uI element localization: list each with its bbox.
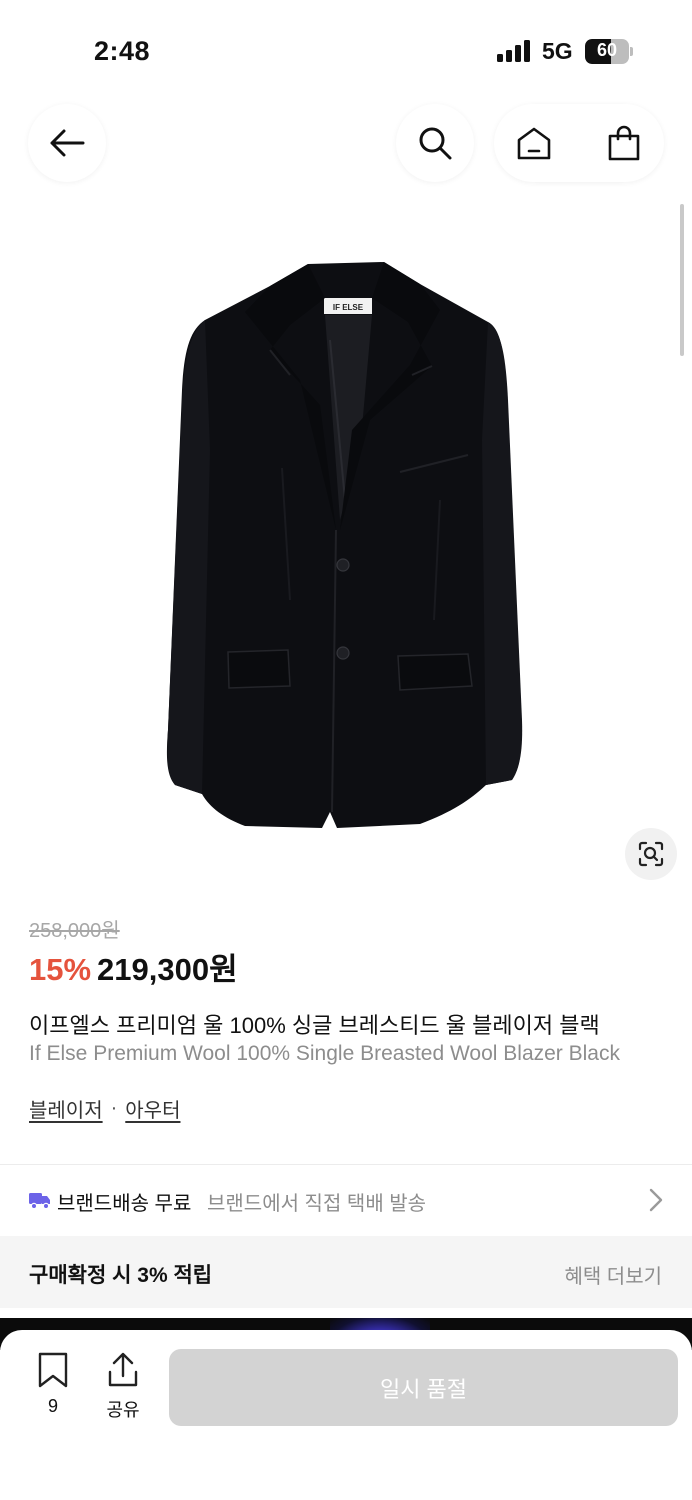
blazer-illustration: IF ELSE: [166, 262, 523, 828]
title-fade: [640, 1004, 692, 1076]
sale-price: 219,300원: [97, 952, 238, 987]
share-button[interactable]: 공유: [100, 1352, 146, 1420]
bookmark-count: 9: [47, 1396, 58, 1416]
shopping-bag-icon: [608, 125, 640, 161]
home-icon: [517, 127, 551, 160]
cellular-signal-icon: [497, 40, 530, 62]
shipping-description: 브랜드에서 직접 택배 발송: [207, 1193, 427, 1215]
chevron-right-icon: [649, 1188, 663, 1212]
status-time: 2:48: [94, 36, 151, 66]
battery-percent: 60: [596, 40, 618, 60]
brand-label: IF ELSE: [333, 303, 364, 312]
category-link-blazer[interactable]: 블레이저: [29, 1094, 103, 1123]
home-button[interactable]: [494, 104, 574, 182]
price-row: 15% 219,300원: [29, 944, 238, 987]
visual-search-icon: [638, 841, 664, 867]
share-label: 공유: [106, 1400, 140, 1420]
nav-pill: [494, 104, 664, 182]
category-separator: ·: [110, 1097, 118, 1119]
product-title-english: If Else Premium Wool 100% Single Breaste…: [29, 1042, 620, 1065]
visual-search-button[interactable]: [625, 828, 677, 880]
cart-button[interactable]: [584, 104, 664, 182]
status-bar: 2:48 5G 60: [0, 0, 692, 100]
share-icon: [108, 1352, 138, 1387]
category-breadcrumb: 블레이저 · 아우터: [29, 1094, 180, 1123]
search-icon: [419, 127, 452, 160]
benefit-row: 구매확정 시 3% 적립 혜택 더보기: [0, 1236, 692, 1308]
original-price: 258,000원: [29, 920, 120, 942]
truck-icon: [29, 1193, 50, 1210]
product-image[interactable]: IF ELSE: [0, 200, 692, 890]
benefit-label: 구매확정 시 3% 적립: [29, 1264, 213, 1287]
shipping-info-row[interactable]: 브랜드배송 무료 브랜드에서 직접 택배 발송: [0, 1165, 692, 1235]
soldout-button[interactable]: 일시 품절: [169, 1349, 678, 1426]
product-title-korean: 이프엘스 프리미엄 울 100% 싱글 브레스티드 울 블레이저 블랙: [29, 1013, 600, 1038]
network-type: 5G: [542, 38, 573, 64]
search-button[interactable]: [396, 104, 474, 182]
benefit-more-link[interactable]: 혜택 더보기: [564, 1260, 662, 1289]
shipping-label: 브랜드배송 무료: [57, 1193, 192, 1215]
category-link-outer[interactable]: 아우터: [125, 1094, 180, 1123]
bookmark-button[interactable]: 9: [30, 1352, 76, 1418]
image-scrollbar: [680, 204, 684, 356]
bottom-action-bar: 9 공유 일시 품절: [0, 1330, 692, 1500]
arrow-left-icon: [50, 129, 85, 157]
back-button[interactable]: [28, 104, 106, 182]
bookmark-icon: [38, 1352, 68, 1388]
battery-icon: 60: [585, 39, 633, 64]
discount-rate: 15%: [29, 952, 92, 987]
